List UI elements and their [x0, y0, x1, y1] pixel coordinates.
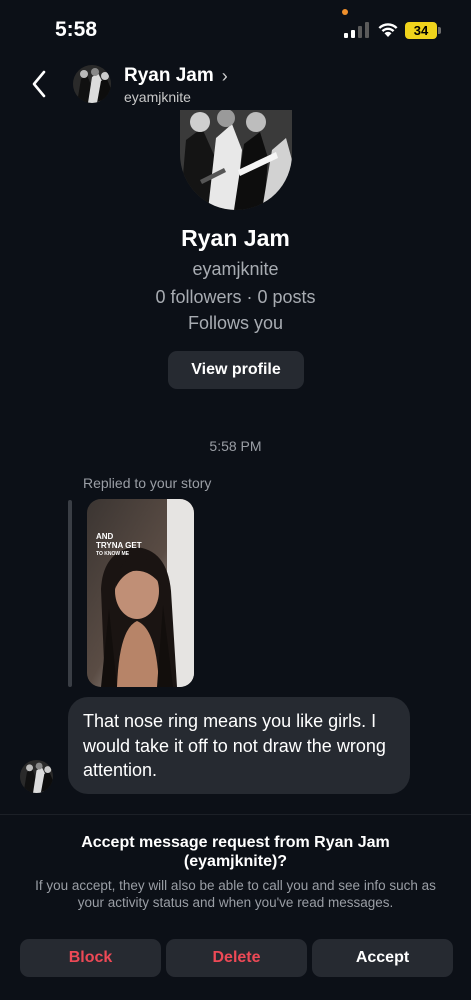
profile-name: Ryan Jam [181, 225, 290, 251]
back-button[interactable] [22, 64, 56, 104]
block-button[interactable]: Block [20, 939, 161, 977]
divider [0, 814, 471, 815]
view-profile-button[interactable]: View profile [168, 351, 304, 389]
privacy-indicator-dot [342, 9, 348, 15]
story-thumbnail[interactable]: AND TRYNA GET TO KNOW ME [87, 499, 194, 687]
header-avatar[interactable] [73, 65, 111, 103]
delete-button[interactable]: Delete [166, 939, 307, 977]
cellular-signal-icon [344, 22, 369, 38]
status-time: 5:58 [55, 18, 98, 41]
reply-indicator-bar [68, 500, 72, 687]
message-bubble[interactable]: That nose ring means you like girls. I w… [68, 697, 410, 794]
request-title: Accept message request from Ryan Jam (ey… [81, 834, 390, 870]
header-username: eyamjknite [124, 89, 191, 105]
message-timestamp: 5:58 PM [209, 438, 262, 454]
chevron-left-icon [32, 70, 46, 98]
story-overlay-text: AND TRYNA GET TO KNOW ME [96, 532, 142, 559]
accept-button[interactable]: Accept [312, 939, 453, 977]
profile-photo[interactable] [180, 110, 292, 210]
profile-stats: 0 followers · 0 posts [155, 287, 316, 307]
chevron-right-icon: › [221, 65, 228, 86]
replied-to-story-label: Replied to your story [83, 475, 212, 491]
follows-you-label: Follows you [187, 313, 284, 333]
profile-username: eyamjknite [192, 259, 279, 279]
header-name: Ryan Jam [124, 65, 214, 86]
battery-indicator: 34 [405, 22, 437, 39]
message-sender-avatar[interactable] [20, 760, 53, 793]
story-overlay-line1: AND [96, 532, 114, 541]
request-description: If you accept, they will also be able to… [35, 878, 436, 910]
wifi-icon [378, 23, 398, 37]
header-name-link[interactable]: Ryan Jam › [124, 65, 228, 87]
battery-tip [438, 27, 441, 34]
story-overlay-line3: TO KNOW ME [96, 551, 129, 557]
story-overlay-line2: TRYNA GET [96, 541, 142, 550]
